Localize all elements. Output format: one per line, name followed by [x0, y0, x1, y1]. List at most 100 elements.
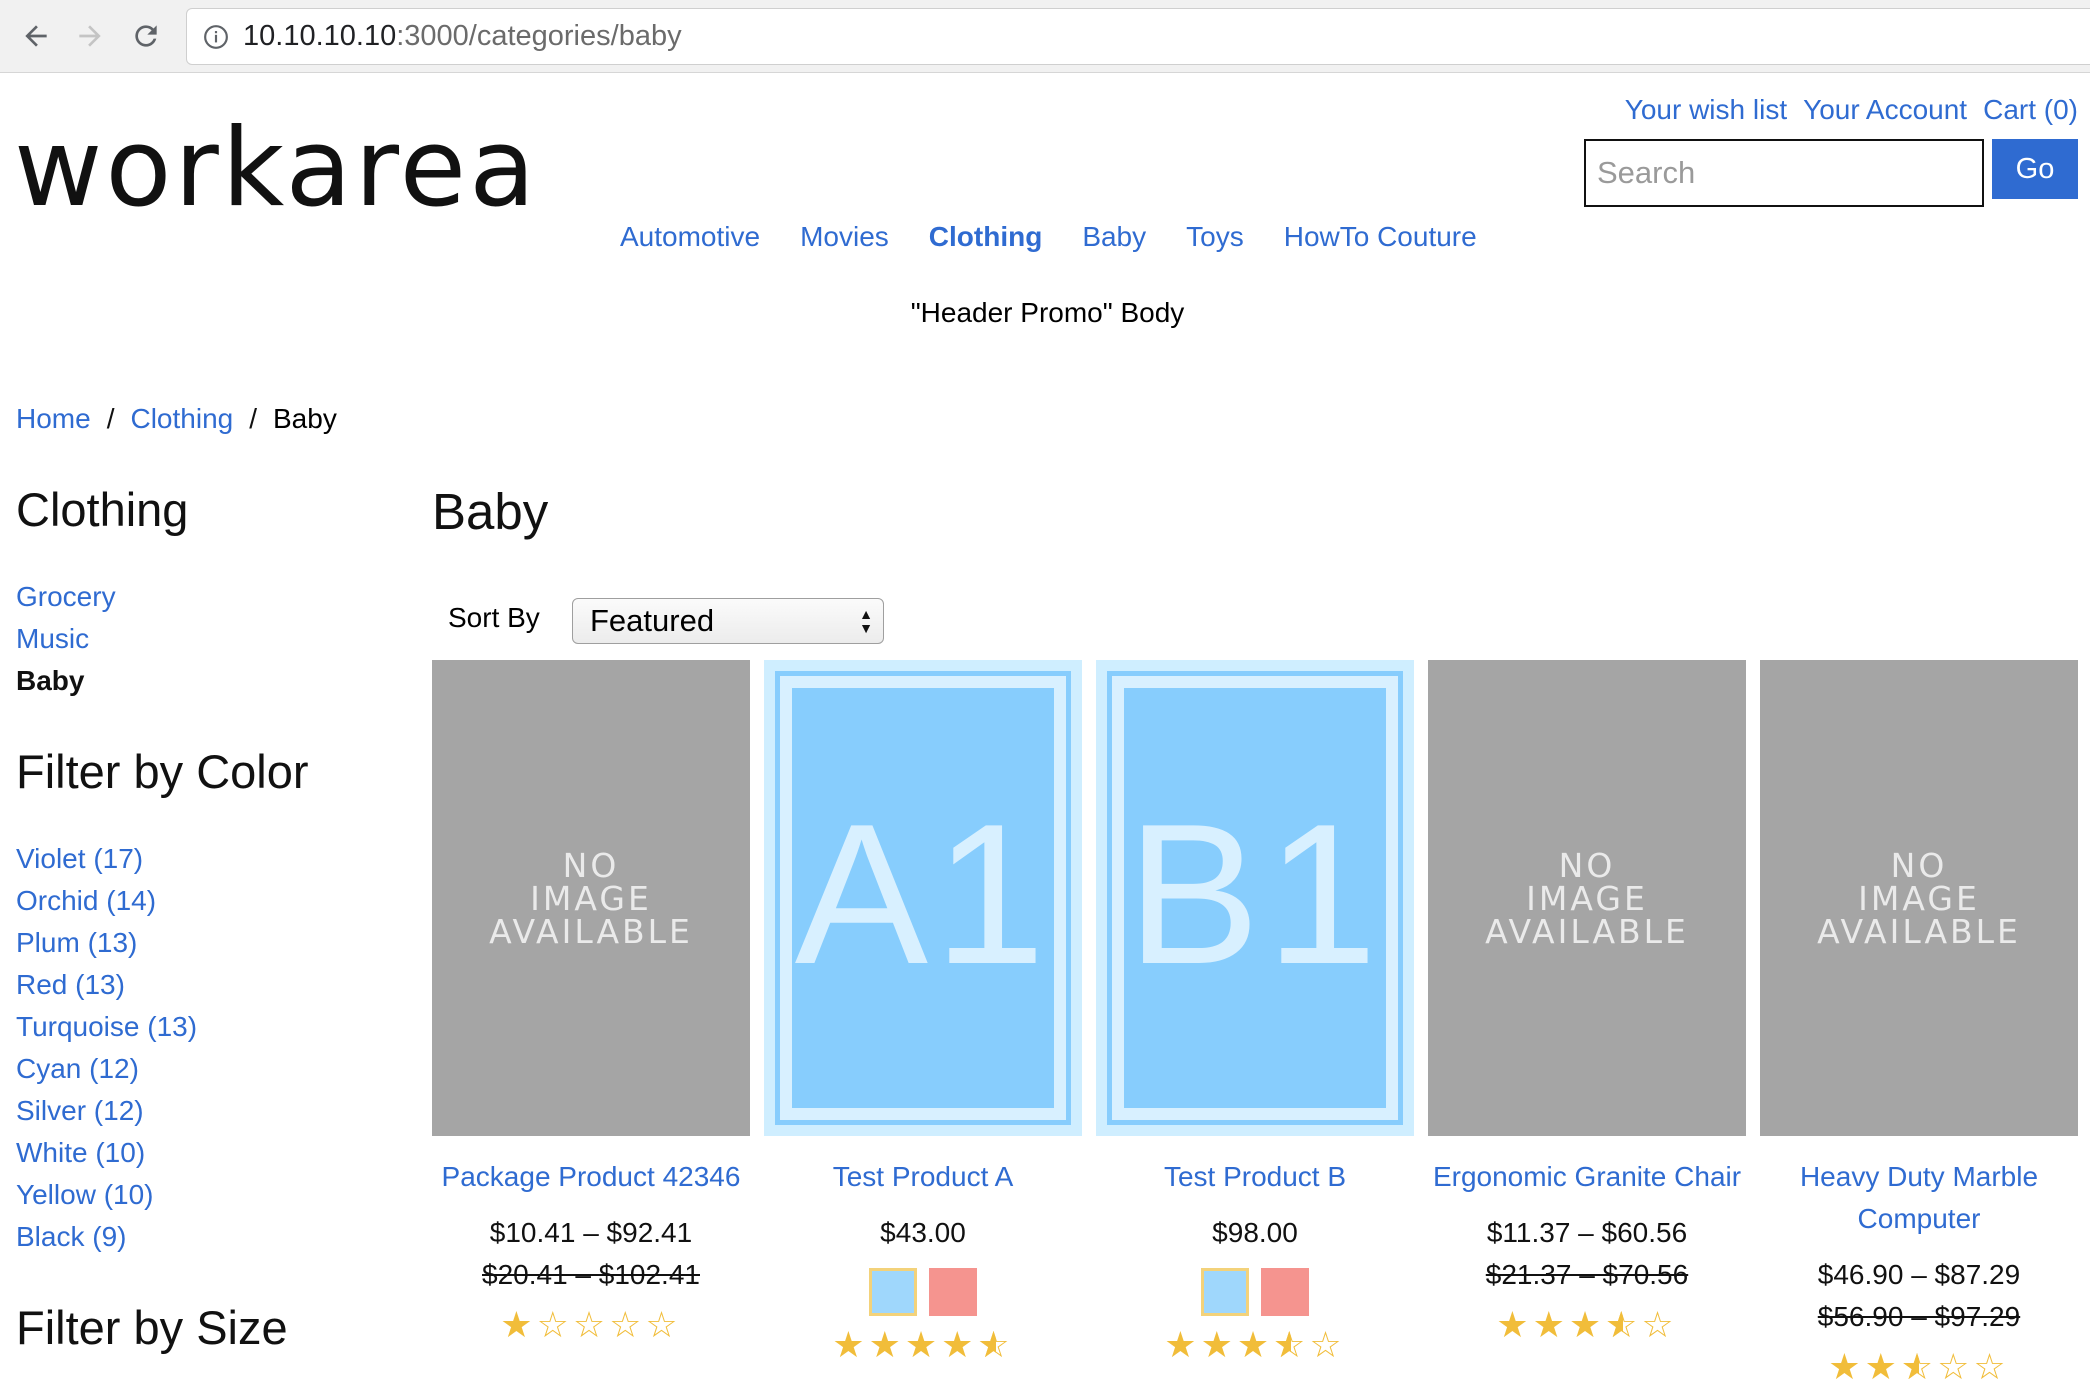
product-image[interactable]: B1	[1096, 660, 1414, 1136]
page-title: Baby	[432, 483, 549, 540]
nav-movies[interactable]: Movies	[800, 221, 889, 253]
color-swatch[interactable]	[869, 1268, 917, 1316]
product-price: $11.37 – $60.56	[1486, 1217, 1688, 1248]
address-bar[interactable]: 10.10.10.10:3000/categories/baby	[186, 8, 2090, 65]
product-image[interactable]: NO IMAGE AVAILABLE	[1760, 660, 2078, 1136]
star-empty-icon: ☆	[1309, 1324, 1346, 1365]
color-swatch[interactable]	[929, 1268, 977, 1316]
url-text: 10.10.10.10:3000/categories/baby	[243, 20, 682, 53]
no-image-line: AVAILABLE	[1485, 911, 1689, 951]
color-filter-item[interactable]: Black (9)	[16, 1221, 126, 1252]
product-card[interactable]: NO IMAGE AVAILABLE Package Product 42346 $10…	[432, 660, 750, 1346]
nav-automotive[interactable]: Automotive	[620, 221, 760, 253]
star-full-icon: ★	[1532, 1304, 1569, 1345]
color-filter-item[interactable]: Cyan (12)	[16, 1053, 139, 1084]
product-name[interactable]: Package Product 42346	[432, 1156, 750, 1198]
header-promo: "Header Promo" Body	[910, 297, 1185, 328]
site-logo[interactable]: workarea	[14, 115, 538, 223]
no-image-line: NO	[1890, 845, 1948, 885]
search-input[interactable]	[1597, 155, 1982, 191]
no-image-text: NO IMAGE AVAILABLE	[489, 849, 693, 948]
info-icon[interactable]	[201, 22, 231, 52]
color-filter-item[interactable]: Yellow (10)	[16, 1179, 153, 1210]
search-go-button[interactable]: Go	[1992, 139, 2078, 199]
primary-nav: Automotive Movies Clothing Baby Toys How…	[620, 221, 1477, 253]
no-image-line: NO	[1558, 845, 1616, 885]
no-image-line: IMAGE	[530, 878, 652, 918]
star-empty-icon: ☆	[572, 1304, 610, 1345]
star-full-icon: ★	[500, 1304, 537, 1345]
product-card[interactable]: B1Test Product B$98.00★★★☆★☆	[1096, 660, 1414, 1366]
star-empty-icon: ☆	[536, 1304, 573, 1345]
breadcrumb-home[interactable]: Home	[16, 403, 91, 435]
star-full-icon: ★	[832, 1324, 869, 1365]
rating-stars: ★★★☆★☆	[1428, 1304, 1746, 1346]
image-code-text: A1	[794, 783, 1052, 1006]
color-filter-list: Violet (17) Orchid (14) Plum (13) Red (1…	[16, 838, 197, 1258]
product-price: $10.41 – $92.41	[489, 1217, 693, 1248]
nav-howto-couture[interactable]: HowTo Couture	[1284, 221, 1477, 253]
nav-toys[interactable]: Toys	[1186, 221, 1244, 253]
product-name[interactable]: Heavy Duty Marble Computer	[1760, 1156, 2078, 1240]
wish-list-link[interactable]: Your wish list	[1625, 94, 1787, 126]
reload-button[interactable]	[124, 14, 168, 58]
color-filter-heading: Filter by Color	[16, 745, 309, 798]
color-filter-item[interactable]: Silver (12)	[16, 1095, 144, 1126]
color-swatches	[1096, 1268, 1414, 1316]
product-image[interactable]: A1	[764, 660, 1082, 1136]
url-path: :3000/categories/baby	[396, 20, 682, 52]
color-swatch[interactable]	[1261, 1268, 1309, 1316]
rating-stars: ★★★☆★☆	[1096, 1324, 1414, 1366]
account-link[interactable]: Your Account	[1803, 94, 1967, 126]
product-original-price: $56.90 – $97.29	[1817, 1301, 2021, 1332]
star-full-icon: ★	[1236, 1324, 1274, 1365]
cart-link[interactable]: Cart (0)	[1983, 94, 2078, 126]
star-half-icon: ☆★	[1273, 1324, 1310, 1365]
category-music[interactable]: Music	[16, 623, 89, 654]
color-filter-item[interactable]: Plum (13)	[16, 927, 137, 958]
no-image-text: NO IMAGE AVAILABLE	[1485, 849, 1689, 948]
star-full-icon: ★	[1164, 1324, 1201, 1365]
breadcrumb: Home / Clothing / Baby	[16, 403, 337, 435]
color-filter-item[interactable]: Turquoise (13)	[16, 1011, 197, 1042]
product-original-price: $20.41 – $102.41	[482, 1259, 700, 1290]
product-price: $43.00	[880, 1217, 966, 1248]
product-card[interactable]: NO IMAGE AVAILABLE Heavy Duty Marble Comput…	[1760, 660, 2078, 1388]
product-name[interactable]: Test Product A	[764, 1156, 1082, 1198]
sort-label: Sort By	[448, 602, 540, 633]
back-button[interactable]	[14, 14, 58, 58]
star-full-icon: ★	[904, 1324, 942, 1365]
nav-clothing[interactable]: Clothing	[929, 221, 1043, 253]
product-original-price: $21.37 – $70.56	[1485, 1259, 1689, 1290]
category-baby: Baby	[16, 665, 85, 696]
product-card[interactable]: NO IMAGE AVAILABLE Ergonomic Granite Chair $…	[1428, 660, 1746, 1346]
product-image[interactable]: NO IMAGE AVAILABLE	[432, 660, 750, 1136]
product-card[interactable]: A1Test Product A$43.00★★★★☆★	[764, 660, 1082, 1366]
nav-baby[interactable]: Baby	[1082, 221, 1146, 253]
category-grocery[interactable]: Grocery	[16, 581, 116, 612]
back-arrow-icon	[25, 25, 47, 47]
product-name[interactable]: Ergonomic Granite Chair	[1428, 1156, 1746, 1198]
star-empty-icon: ☆	[609, 1304, 646, 1345]
color-filter-item[interactable]: White (10)	[16, 1137, 145, 1168]
color-swatch[interactable]	[1201, 1268, 1249, 1316]
product-image[interactable]: NO IMAGE AVAILABLE	[1428, 660, 1746, 1136]
color-filter-item[interactable]: Violet (17)	[16, 843, 143, 874]
search-field	[1584, 139, 1984, 207]
rating-stars: ★★★★☆★	[764, 1324, 1082, 1366]
star-full-icon: ★	[1568, 1304, 1606, 1345]
star-half-icon: ☆★	[977, 1324, 1014, 1365]
forward-button[interactable]	[68, 14, 112, 58]
color-filter-item[interactable]: Red (13)	[16, 969, 125, 1000]
product-name[interactable]: Test Product B	[1096, 1156, 1414, 1198]
product-price: $98.00	[1212, 1217, 1298, 1248]
star-empty-icon: ☆	[1973, 1346, 2010, 1387]
size-filter-heading: Filter by Size	[16, 1301, 288, 1354]
utility-nav: Your wish list Your Account Cart (0)	[1625, 94, 2078, 126]
sort-select[interactable]: Featured ▲ ▼	[572, 598, 884, 644]
color-filter-item[interactable]: Orchid (14)	[16, 885, 156, 916]
breadcrumb-clothing[interactable]: Clothing	[130, 403, 233, 435]
no-image-line: IMAGE	[1858, 878, 1980, 918]
star-full-icon: ★	[1200, 1324, 1237, 1365]
breadcrumb-separator: /	[249, 403, 257, 434]
